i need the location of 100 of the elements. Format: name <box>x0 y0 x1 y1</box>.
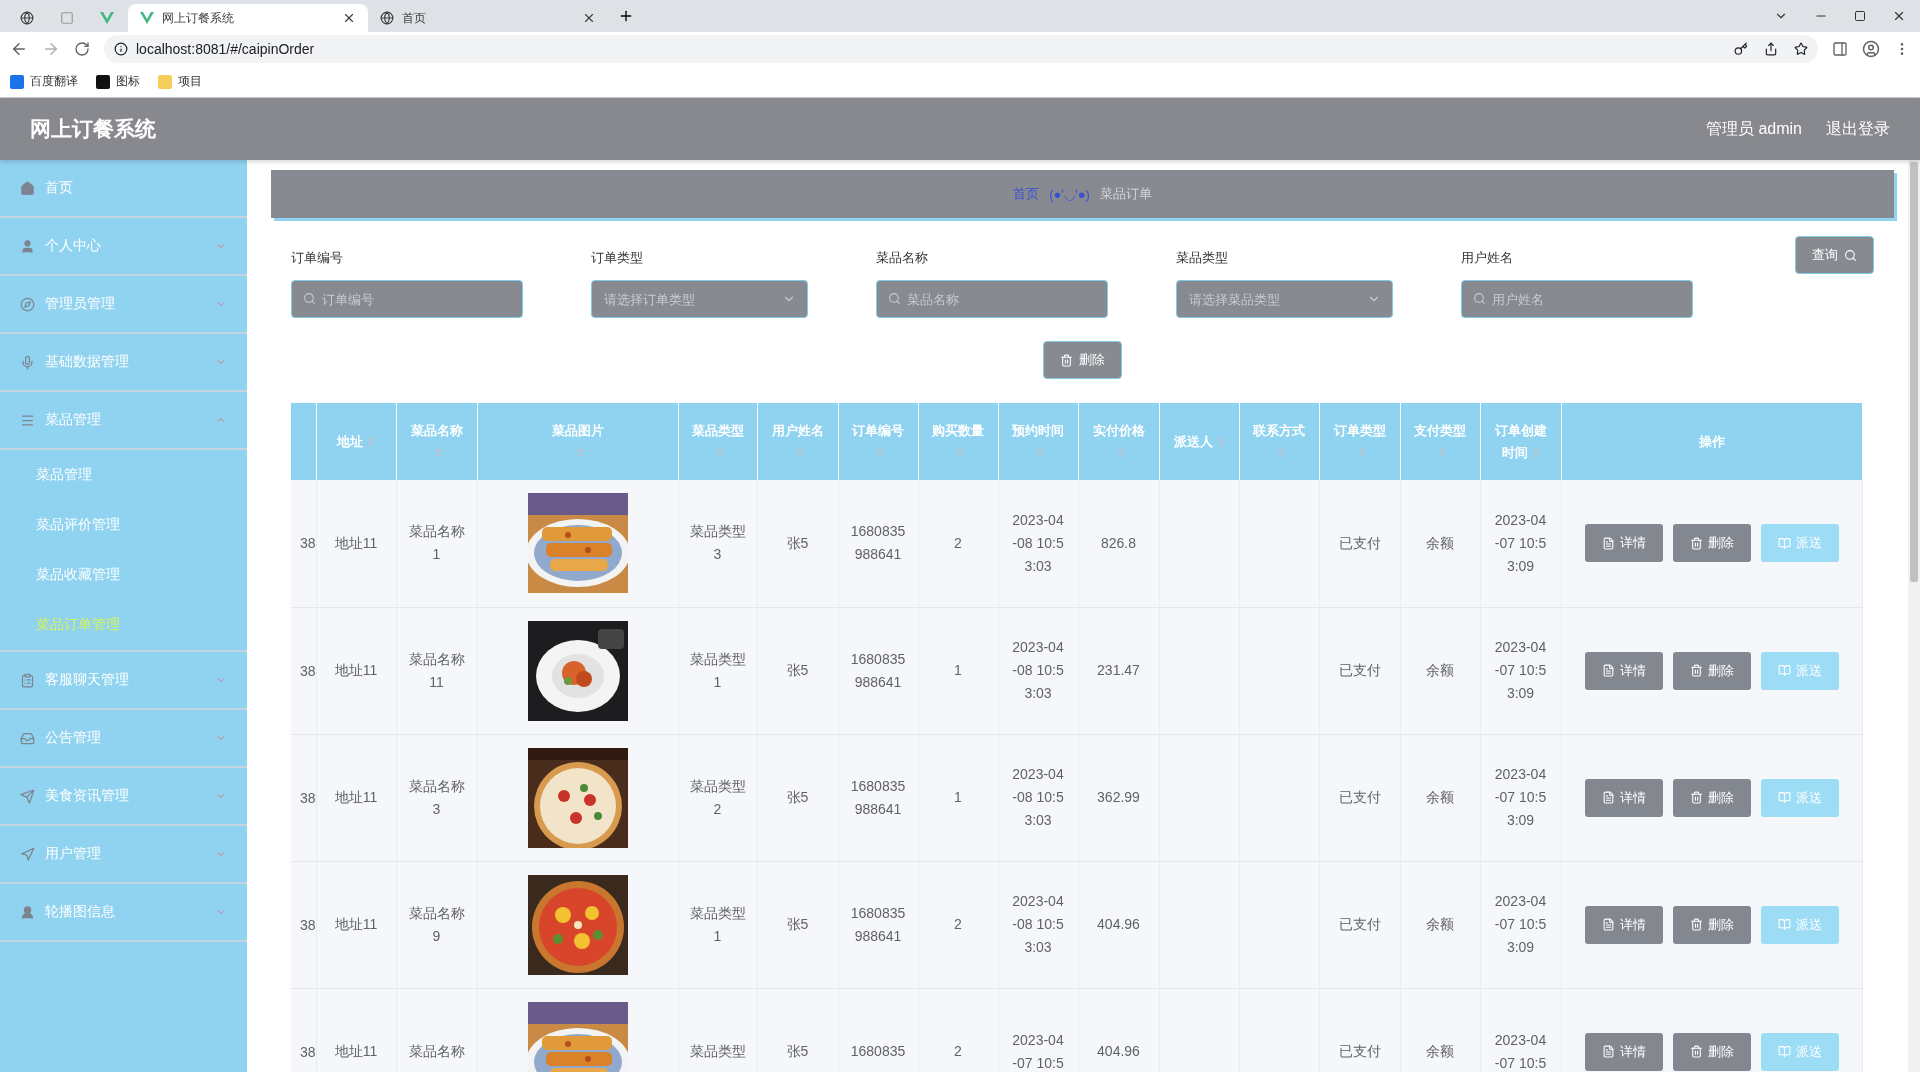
sort-icon[interactable] <box>367 436 375 449</box>
sort-icon[interactable] <box>876 447 884 460</box>
delete-button[interactable]: 删除 <box>1672 651 1751 690</box>
menu-icon <box>20 412 35 428</box>
sidebar-item[interactable]: 轮播图信息 <box>0 884 247 942</box>
forward-icon[interactable] <box>42 40 60 58</box>
table-cell: 已支付 <box>1319 988 1400 1072</box>
sort-icon[interactable] <box>1357 447 1366 460</box>
address-bar[interactable]: localhost:8081/#/caipinOrder <box>104 35 1818 63</box>
sidebar-item[interactable]: 基础数据管理 <box>0 334 247 392</box>
detail-button[interactable]: 详情 <box>1584 524 1663 563</box>
table-cell: 826.8 <box>1078 480 1159 607</box>
v-logo-icon <box>140 12 154 24</box>
sort-icon[interactable] <box>1216 436 1225 449</box>
key-icon[interactable] <box>1734 42 1748 56</box>
share-icon[interactable] <box>1764 42 1778 56</box>
user-icon <box>20 904 35 920</box>
browser-tab[interactable]: 网上订餐系统 <box>128 4 368 32</box>
browser-tab[interactable]: 首页 <box>368 4 608 32</box>
scrollbar[interactable] <box>1908 160 1920 1072</box>
reload-icon[interactable] <box>74 41 90 57</box>
search-field[interactable]: 订单编号 <box>291 280 523 318</box>
delete-button[interactable]: 删除 <box>1672 1032 1751 1071</box>
dispatch-button[interactable]: 派送 <box>1760 778 1839 817</box>
table-cell: 已支付 <box>1319 861 1400 988</box>
column-header[interactable]: 支付类型 <box>1400 403 1480 480</box>
column-header[interactable]: 用户姓名 <box>757 403 838 480</box>
restore-icon[interactable] <box>1854 10 1866 22</box>
column-header[interactable]: 购买数量 <box>918 403 998 480</box>
sidebar-subitem[interactable]: 菜品管理 <box>0 450 247 500</box>
sort-icon[interactable] <box>1036 447 1044 460</box>
sort-icon[interactable] <box>575 447 584 460</box>
dispatch-button[interactable]: 派送 <box>1760 1032 1839 1071</box>
bookmark[interactable]: 图标 <box>96 73 140 90</box>
table-cell: 1680835988641 <box>838 607 918 734</box>
column-header[interactable]: 联系方式 <box>1239 403 1319 480</box>
breadcrumb-home-link[interactable]: 首页 <box>1013 185 1040 203</box>
search-field[interactable]: 用户姓名 <box>1461 280 1693 318</box>
sort-icon[interactable] <box>1277 447 1285 460</box>
column-header[interactable]: 菜品名称 <box>396 403 477 480</box>
column-header[interactable]: 派送人 <box>1159 403 1239 480</box>
search-field[interactable]: 菜品名称 <box>876 280 1108 318</box>
select-field[interactable]: 请选择订单类型 <box>591 280 808 318</box>
side-panel-icon[interactable] <box>1832 41 1848 57</box>
sort-icon[interactable] <box>956 447 964 460</box>
query-button[interactable]: 查询 <box>1795 236 1874 274</box>
sidebar-subitem[interactable]: 菜品评价管理 <box>0 500 247 550</box>
detail-button[interactable]: 详情 <box>1584 651 1663 690</box>
sidebar-subitem[interactable]: 菜品订单管理 <box>0 600 247 650</box>
column-header[interactable]: 菜品类型 <box>678 403 757 480</box>
column-header[interactable]: 实付价格 <box>1078 403 1159 480</box>
sort-icon[interactable] <box>795 447 804 460</box>
book-icon <box>1777 664 1791 677</box>
sidebar-item[interactable]: 个人中心 <box>0 218 247 276</box>
logout-link[interactable]: 退出登录 <box>1826 118 1890 140</box>
dispatch-button[interactable]: 派送 <box>1760 524 1839 563</box>
close-icon[interactable] <box>342 11 356 25</box>
sidebar-subitem[interactable]: 菜品收藏管理 <box>0 550 247 600</box>
close-icon[interactable] <box>1892 9 1906 23</box>
column-header[interactable]: 订单创建时间 <box>1480 403 1561 480</box>
delete-button[interactable]: 删除 <box>1672 905 1751 944</box>
delete-button[interactable]: 删除 <box>1043 341 1122 379</box>
profile-icon[interactable] <box>1862 40 1880 58</box>
column-header[interactable]: 菜品图片 <box>477 403 678 480</box>
sort-icon[interactable] <box>1116 447 1125 460</box>
new-tab-icon[interactable] <box>618 8 634 24</box>
column-header[interactable]: 预约时间 <box>998 403 1078 480</box>
back-icon[interactable] <box>10 40 28 58</box>
close-icon[interactable] <box>582 11 596 25</box>
sidebar-item[interactable]: 管理员管理 <box>0 276 247 334</box>
delete-button[interactable]: 删除 <box>1672 524 1751 563</box>
star-icon[interactable] <box>1794 42 1808 56</box>
table-cell: 余额 <box>1400 607 1480 734</box>
sidebar-item[interactable]: 公告管理 <box>0 710 247 768</box>
sidebar-item[interactable]: 美食资讯管理 <box>0 768 247 826</box>
detail-button[interactable]: 详情 <box>1584 905 1663 944</box>
detail-button[interactable]: 详情 <box>1584 1032 1663 1071</box>
column-header[interactable]: 订单类型 <box>1319 403 1400 480</box>
column-header[interactable]: 订单编号 <box>838 403 918 480</box>
sidebar-item[interactable]: 首页 <box>0 160 247 218</box>
column-header[interactable]: 操作 <box>1561 403 1862 480</box>
sort-icon[interactable] <box>1531 447 1540 460</box>
sidebar-item[interactable]: 用户管理 <box>0 826 247 884</box>
sort-icon[interactable] <box>1438 447 1446 460</box>
sort-icon[interactable] <box>715 447 724 460</box>
table-cell: 2023-04-08 10:53:03 <box>998 607 1078 734</box>
table-cell: 2023-04-08 10:53:03 <box>998 861 1078 988</box>
clipboard-icon <box>20 672 35 688</box>
detail-button[interactable]: 详情 <box>1584 778 1663 817</box>
delete-button[interactable]: 删除 <box>1672 778 1751 817</box>
dispatch-button[interactable]: 派送 <box>1760 651 1839 690</box>
column-header[interactable]: 地址 <box>316 403 396 480</box>
sort-icon[interactable] <box>434 447 443 460</box>
bookmark[interactable]: 百度翻译 <box>10 73 78 90</box>
sidebar-item[interactable]: 客服聊天管理 <box>0 652 247 710</box>
dispatch-button[interactable]: 派送 <box>1760 905 1839 944</box>
table-cell: 231.47 <box>1078 607 1159 734</box>
bookmark[interactable]: 项目 <box>158 73 202 90</box>
sidebar-item[interactable]: 菜品管理 <box>0 392 247 450</box>
select-field[interactable]: 请选择菜品类型 <box>1176 280 1393 318</box>
